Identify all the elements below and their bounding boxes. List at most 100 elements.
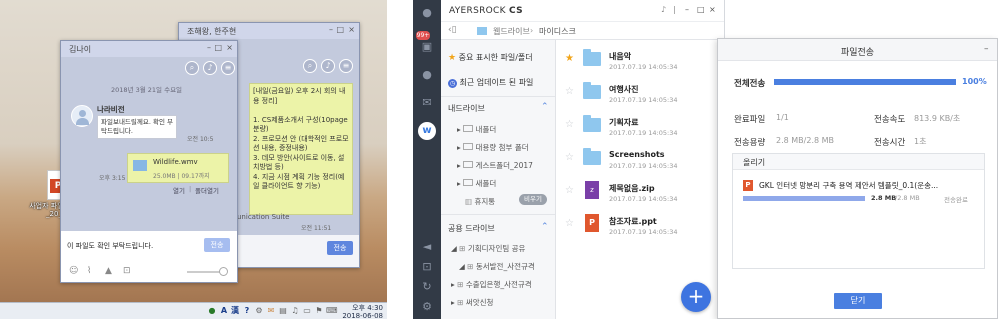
item-status: 전송완료 [944, 196, 968, 204]
keyboard-icon[interactable]: ⌨ [326, 306, 338, 316]
list-item[interactable]: ☆ P 참조자료.ppt 2017.07.19 14:05:34 [557, 213, 725, 246]
menu-icon[interactable]: ≡ [221, 61, 235, 75]
tree-item-my-folder[interactable]: ▸ 내폴더 [457, 124, 496, 135]
close-icon[interactable]: × [709, 5, 716, 14]
help-icon[interactable]: ? [242, 306, 252, 316]
crop-icon[interactable]: ⊡ [419, 260, 435, 274]
folder-icon [463, 143, 474, 150]
menu-icon[interactable]: ≡ [339, 59, 353, 73]
send-button[interactable]: 전송 [327, 241, 353, 255]
empty-trash-button[interactable]: 비우기 [519, 194, 547, 205]
close-icon[interactable]: × [226, 43, 233, 52]
tree-item-label: 써앗신청 [465, 298, 494, 307]
folder-icon [583, 148, 601, 165]
list-item[interactable]: ☆ z 제목없음.zip 2017.07.19 14:05:34 [557, 180, 725, 213]
tree-item-new-folder[interactable]: ▸ 새폴더 [457, 178, 496, 189]
attach-icon[interactable]: ⌇ [87, 266, 91, 276]
maximize-icon[interactable]: □ [214, 43, 222, 52]
tree-item-guest-folder[interactable]: ▸ 게스트폴더_2017 [457, 160, 533, 171]
chevron-up-icon[interactable]: ⌃ [541, 222, 549, 232]
megaphone-icon[interactable]: ◄ [419, 240, 435, 254]
file-attachment-bubble[interactable]: Wildlife.wmv 25.0MB | 09.17까지 [127, 153, 229, 183]
network-icon[interactable]: ▤ [278, 306, 288, 316]
minimize-icon[interactable]: – [207, 43, 211, 52]
ime-hanja[interactable]: 漢 [230, 306, 240, 316]
star-icon[interactable]: ★ [565, 53, 574, 64]
settings-icon[interactable]: ⚙ [254, 306, 264, 316]
message-bubble: 파일보내드릴께요. 확인 부탁드립니다. [97, 115, 177, 139]
tree-item-shared-design[interactable]: ◢ ⊞ 기획디자인팀 공유 [451, 243, 525, 254]
bell-icon[interactable]: ♪ [203, 61, 217, 75]
minimize-icon[interactable]: – [984, 44, 989, 54]
clock[interactable]: 오후 4:30 2018-06-08 [342, 304, 383, 319]
sidebar-item-recent[interactable]: ◷ 최근 업데이트 된 파일 [448, 77, 533, 88]
divider [441, 96, 555, 97]
tree-item-shared-seed[interactable]: ▸ ⊞ 써앗신청 [451, 297, 493, 308]
message-time: 오전 11:51 [301, 225, 332, 232]
bell-icon[interactable]: ♪ [661, 5, 666, 14]
minimize-icon[interactable]: – [329, 25, 333, 34]
bell-icon[interactable]: ♪ [321, 59, 335, 73]
maximize-icon[interactable]: □ [336, 25, 344, 34]
webdrive-icon[interactable]: w [418, 122, 436, 140]
sidebar-item-important[interactable]: ★ 중요 표시한 파일/폴더 [448, 52, 533, 63]
open-folder-link[interactable]: 폴더열기 [195, 185, 219, 195]
minimize-icon[interactable]: – [685, 5, 689, 14]
gear-icon[interactable]: ⚙ [419, 300, 435, 314]
collapse-sidebar-icon[interactable]: ‹▯ [448, 25, 457, 35]
list-item[interactable]: ☆ Screenshots 2017.07.19 14:05:34 [557, 147, 725, 180]
file-list: ★ 내음악 2017.07.19 14:05:34 ☆ 여행사진 2017.07… [557, 40, 725, 319]
sidebar: ★ 중요 표시한 파일/폴더 ◷ 최근 업데이트 된 파일 내드라이브 ⌃ ▸ … [441, 40, 556, 319]
close-icon[interactable]: × [348, 25, 355, 34]
breadcrumb-root[interactable]: 웹드라이브 [493, 26, 530, 37]
file-name: 참조자료.ppt [609, 217, 657, 226]
tree-item-shared-exim[interactable]: ▸ ⊞ 수출입은행_사전규격 [451, 279, 532, 290]
chevron-up-icon[interactable]: ⌃ [541, 102, 549, 112]
mail-icon[interactable]: ✉ [419, 96, 435, 110]
chat-input[interactable]: 이 파일도 확인 부탁드립니다. [67, 241, 153, 251]
star-icon[interactable]: ☆ [565, 218, 574, 229]
file-name: 제목없음.zip [609, 184, 655, 193]
my-drive-header[interactable]: 내드라이브 [448, 103, 485, 114]
avatar[interactable] [71, 105, 93, 127]
chat-window-front[interactable]: 김나이 – □ × ⌕ ♪ ≡ 2018년 3월 21일 수요일 나라비전 파일… [60, 40, 238, 283]
emoji-icon[interactable]: ☺ [69, 266, 78, 276]
list-item[interactable]: ★ 내음악 2017.07.19 14:05:34 [557, 48, 725, 81]
battery-icon[interactable]: ▭ [302, 306, 312, 316]
mail-icon[interactable]: ✉ [266, 306, 276, 316]
search-icon[interactable]: ⌕ [303, 59, 317, 73]
slider-handle[interactable] [219, 267, 228, 276]
tree-item-shared-dongseo[interactable]: ◢ ⊞ 동서발전_사전규격 [459, 261, 535, 272]
ime-english[interactable]: A [219, 306, 229, 316]
tree-item-trash[interactable]: ▥ 휴지통 [465, 196, 495, 207]
star-icon[interactable]: ☆ [565, 119, 574, 130]
profile-icon[interactable]: ● [419, 6, 435, 20]
search-icon[interactable]: ⌕ [185, 61, 199, 75]
breadcrumb-current[interactable]: 마이디스크 [539, 26, 576, 37]
file-date: 2017.07.19 14:05:34 [609, 129, 678, 137]
image-icon[interactable]: ▲ [105, 266, 112, 276]
star-icon[interactable]: ☆ [565, 152, 574, 163]
shared-drive-header[interactable]: 공용 드라이브 [448, 223, 495, 234]
tree-item-large-attach[interactable]: ▸ 대용량 첨부 폴더 [457, 142, 529, 153]
tree-item-label: 새폴더 [475, 179, 497, 188]
close-button[interactable]: 닫기 [834, 293, 882, 309]
chat-icon[interactable]: ▣ [419, 40, 435, 54]
list-item[interactable]: ☆ 기획자료 2017.07.19 14:05:34 [557, 114, 725, 147]
brand-name: AYERSROCK [449, 6, 506, 16]
crop-icon[interactable]: ⊡ [123, 266, 131, 276]
maximize-icon[interactable]: □ [697, 5, 705, 14]
refresh-icon[interactable]: ↻ [419, 280, 435, 294]
open-link[interactable]: 열기 [173, 185, 185, 195]
tray-app-icon[interactable]: ● [207, 306, 217, 316]
flag-icon[interactable]: ⚑ [314, 306, 324, 316]
file-name: 내음악 [609, 52, 632, 61]
contacts-icon[interactable]: ● [419, 68, 435, 82]
pin-icon[interactable]: | [673, 5, 676, 14]
star-icon[interactable]: ☆ [565, 86, 574, 97]
volume-icon[interactable]: ♫ [290, 306, 300, 316]
list-item[interactable]: ☆ 여행사진 2017.07.19 14:05:34 [557, 81, 725, 114]
add-button[interactable]: + [681, 282, 711, 312]
send-button[interactable]: 전송 [204, 238, 230, 252]
star-icon[interactable]: ☆ [565, 185, 574, 196]
